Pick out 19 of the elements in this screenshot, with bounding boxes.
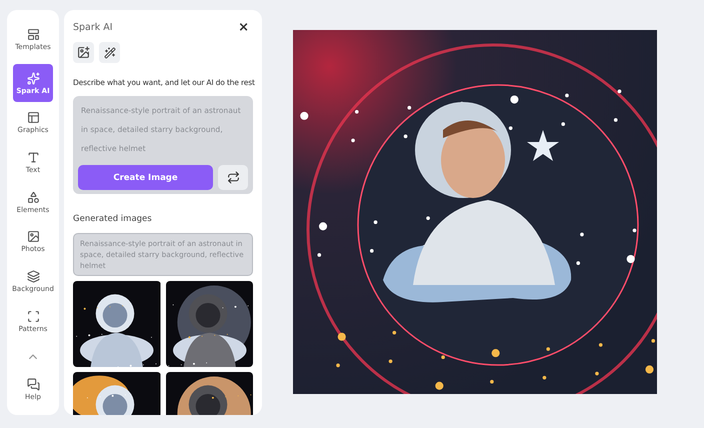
scan-icon [26,310,40,323]
sparkles-icon [26,72,40,85]
text-icon [26,151,40,164]
window-icon [26,111,40,124]
create-image-button[interactable]: Create Image [78,165,213,190]
image-icon [26,230,40,244]
panel-title: Spark AI [73,22,113,33]
template-icon [26,28,40,41]
image-plus-button[interactable] [73,42,94,63]
repeat-icon [226,171,240,184]
chat-bubbles-icon [26,378,40,392]
wand-button[interactable] [99,42,120,63]
magic-wand-icon [104,46,116,58]
repeat-button[interactable] [218,165,248,190]
close-button[interactable]: × [234,20,253,35]
shapes-icon [26,190,40,204]
image-plus-icon [77,46,90,59]
layers-icon [26,270,40,284]
section-heading: Generated images [73,214,153,224]
